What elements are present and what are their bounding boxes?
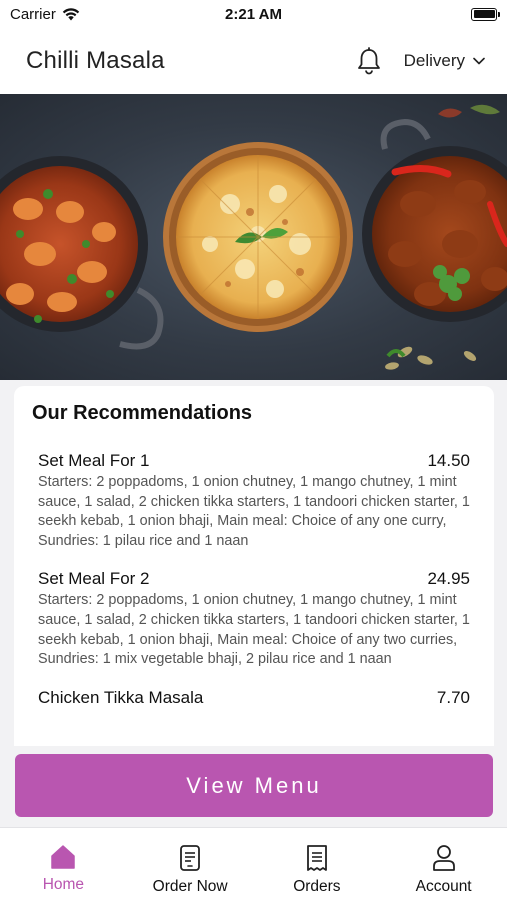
item-description: Starters: 2 poppadoms, 1 onion chutney, …: [38, 592, 470, 668]
bell-icon[interactable]: [356, 47, 382, 75]
status-bar: Carrier 2:21 AM: [0, 0, 507, 28]
item-name: Set Meal For 2: [38, 569, 150, 589]
order-now-icon: [180, 845, 201, 871]
header-actions: Delivery: [356, 47, 485, 75]
item-price: 24.95: [427, 569, 470, 589]
tab-label: Account: [415, 878, 472, 895]
tab-label: Order Now: [152, 878, 228, 895]
app-title: Chilli Masala: [26, 47, 165, 74]
delivery-label: Delivery: [403, 51, 465, 70]
tab-label: Home: [42, 876, 85, 893]
recommendations-card: Our Recommendations Set Meal For 1 14.50…: [14, 386, 494, 746]
tab-account[interactable]: Account: [380, 828, 507, 900]
delivery-selector[interactable]: Delivery: [404, 51, 485, 71]
tab-label: Orders: [293, 878, 341, 895]
home-icon: [51, 845, 76, 869]
recommendations-title: Our Recommendations: [32, 402, 253, 424]
tab-orders[interactable]: Orders: [254, 828, 381, 900]
item-description: Starters: 2 poppadoms, 1 onion chutney, …: [38, 474, 470, 549]
recommendation-item[interactable]: Set Meal For 2 24.95 Starters: 2 poppado…: [32, 569, 470, 669]
hero-food-image: [0, 94, 507, 380]
item-name: Chicken Tikka Masala: [38, 687, 204, 707]
app-header: Chilli Masala Delivery: [0, 28, 507, 94]
hero-illustration: [0, 104, 507, 370]
item-name: Set Meal For 1: [38, 451, 150, 470]
battery-icon: [471, 7, 500, 21]
status-left: Carrier: [10, 6, 80, 23]
carrier-label: Carrier: [10, 5, 56, 23]
tab-bar: Home Order Now Orders Account: [0, 827, 507, 900]
account-icon: [432, 845, 455, 871]
recommendation-item[interactable]: Chicken Tikka Masala 7.70: [32, 688, 470, 708]
wifi-icon: [62, 7, 80, 20]
chevron-down-icon: [473, 57, 485, 65]
tab-home[interactable]: Home: [0, 828, 127, 900]
item-price: 14.50: [427, 451, 470, 470]
view-menu-button[interactable]: View Menu: [15, 754, 493, 817]
orders-icon: [306, 845, 327, 871]
item-price: 7.70: [436, 687, 470, 707]
recommendation-item[interactable]: Set Meal For 1 14.50 Starters: 2 poppado…: [32, 451, 470, 551]
tab-order-now[interactable]: Order Now: [127, 828, 254, 900]
